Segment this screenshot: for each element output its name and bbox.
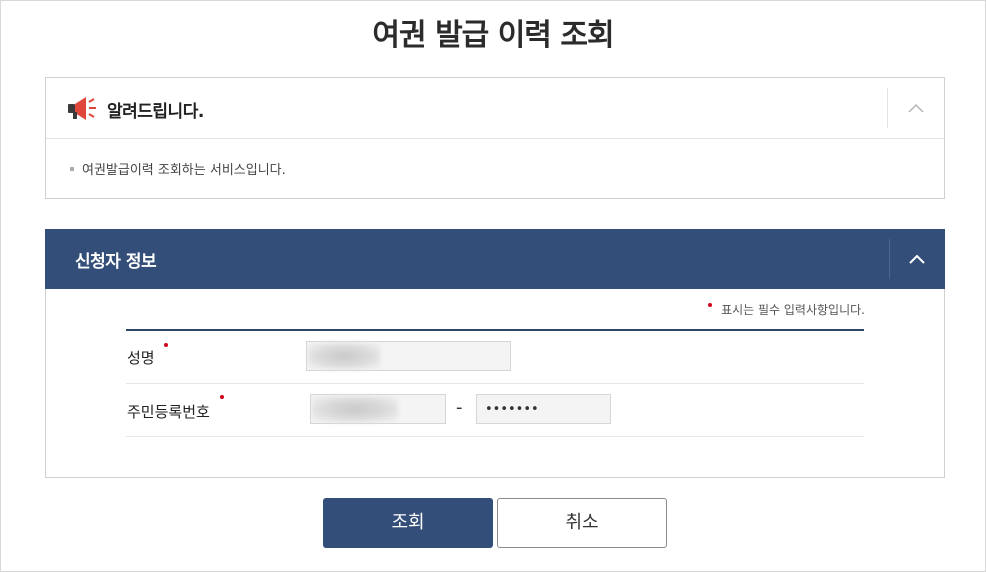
- page-title: 여권 발급 이력 조회: [372, 18, 614, 53]
- applicant-collapse-button[interactable]: [889, 239, 945, 279]
- applicant-info-panel: 신청자 정보 표시는 필수 입력사항입니다. 성명 주민등록번호 -: [45, 229, 945, 478]
- notice-header: 알려드립니다.: [46, 78, 944, 139]
- megaphone-icon: [68, 97, 96, 120]
- redacted-name: [308, 343, 380, 369]
- rrn-label: 주민등록번호: [127, 403, 210, 421]
- cancel-button[interactable]: 취소: [497, 498, 667, 548]
- notice-title: 알려드립니다.: [107, 102, 204, 122]
- notice-panel: 알려드립니다. 여권발급이력 조회하는 서비스입니다.: [45, 77, 945, 199]
- bullet-icon: [70, 166, 74, 171]
- required-dot-icon: [164, 343, 168, 347]
- applicant-info-header: 신청자 정보: [45, 229, 945, 289]
- chevron-up-icon: [909, 254, 925, 264]
- required-note: 표시는 필수 입력사항입니다.: [708, 301, 865, 318]
- required-dot-icon: [220, 395, 224, 399]
- notice-text: 여권발급이력 조회하는 서비스입니다.: [82, 163, 286, 178]
- notice-list-item: 여권발급이력 조회하는 서비스입니다.: [70, 159, 286, 178]
- form-row-name: 성명: [126, 331, 864, 384]
- required-dot-icon: [708, 303, 713, 307]
- chevron-up-icon: [908, 103, 924, 113]
- required-note-text: 표시는 필수 입력사항입니다.: [721, 303, 865, 317]
- form-row-rrn: 주민등록번호 -: [126, 384, 864, 437]
- notice-collapse-button[interactable]: [887, 88, 944, 128]
- redacted-rrn: [312, 396, 398, 422]
- name-label: 성명: [127, 349, 155, 367]
- rrn-separator: -: [456, 397, 463, 418]
- applicant-form: 성명 주민등록번호 -: [126, 329, 864, 437]
- applicant-info-title: 신청자 정보: [75, 252, 157, 272]
- rrn-second-input[interactable]: [476, 394, 611, 424]
- search-button[interactable]: 조회: [323, 498, 493, 548]
